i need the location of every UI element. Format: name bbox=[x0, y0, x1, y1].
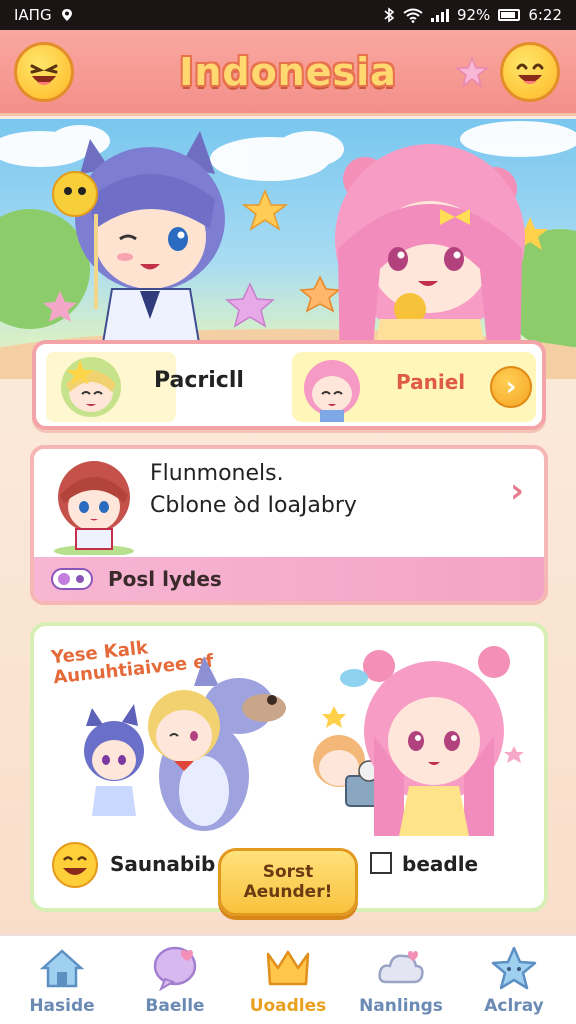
nav-item-crown[interactable]: Uoadles bbox=[232, 936, 344, 1024]
start-button[interactable]: Sorst Aeunder! bbox=[218, 848, 358, 916]
nav-item-cloud[interactable]: Nanlings bbox=[345, 936, 457, 1024]
smiley-face-icon bbox=[52, 842, 98, 888]
brown-hair-avatar bbox=[54, 461, 134, 555]
app-header: Indonesia bbox=[0, 30, 576, 116]
chat-bubble-icon bbox=[153, 946, 197, 991]
info-subtitle: Cblone ꝺd IoaJabry bbox=[150, 493, 357, 518]
happy-face-icon bbox=[516, 63, 544, 84]
bottom-left-label: Saunabib bbox=[110, 852, 216, 876]
nav-label: Uoadles bbox=[249, 996, 327, 1016]
start-button-line1: Sorst bbox=[262, 862, 314, 882]
wifi-icon bbox=[403, 8, 423, 23]
next-button[interactable]: › bbox=[490, 366, 532, 408]
pink-hair-avatar bbox=[304, 360, 360, 422]
home-icon bbox=[39, 949, 85, 988]
carrier-label: IAΠG bbox=[14, 6, 52, 24]
cloud-heart-icon bbox=[378, 951, 424, 984]
clock: 6:22 bbox=[528, 6, 562, 24]
signal-icon bbox=[430, 8, 449, 22]
featured-card[interactable]: Pacricll Paniel › bbox=[32, 340, 546, 430]
status-bar: IAΠG 92% 6:22 bbox=[0, 0, 576, 30]
nav-label: Baelle bbox=[145, 996, 205, 1016]
card-right-label: Paniel bbox=[396, 370, 466, 394]
laughing-face-icon bbox=[30, 64, 58, 85]
nav-label: Haside bbox=[29, 996, 95, 1016]
info-title: Flunmonels. bbox=[150, 461, 284, 486]
nav-item-home[interactable]: Haside bbox=[6, 936, 118, 1024]
bottom-right-label: beadle bbox=[402, 852, 479, 876]
nav-item-star[interactable]: Aclray bbox=[458, 936, 570, 1024]
capsule-icon bbox=[51, 568, 93, 590]
start-button-line2: Aeunder! bbox=[243, 882, 333, 902]
battery-icon bbox=[498, 9, 521, 21]
card-left-label: Pacricll bbox=[154, 368, 244, 393]
nav-label: Nanlings bbox=[359, 996, 443, 1016]
chevron-right-icon: › bbox=[505, 372, 517, 402]
star-icon bbox=[456, 56, 488, 88]
nav-label: Aclray bbox=[484, 996, 544, 1016]
chevron-right-icon[interactable]: › bbox=[510, 471, 524, 511]
bottom-nav: Haside Baelle Uoadles Nanlings Aclray bbox=[0, 934, 576, 1024]
left-character bbox=[52, 131, 225, 350]
star-icon bbox=[491, 946, 537, 990]
checkbox[interactable] bbox=[370, 852, 392, 874]
info-footer[interactable]: Posl lydes bbox=[34, 557, 544, 601]
group-illustration bbox=[84, 646, 524, 836]
laughing-face-button[interactable] bbox=[14, 42, 74, 102]
crown-icon bbox=[266, 950, 310, 986]
page-title: Indonesia bbox=[179, 49, 397, 94]
nav-item-chat[interactable]: Baelle bbox=[119, 936, 231, 1024]
footer-label: Posl lydes bbox=[108, 567, 222, 591]
battery-percent: 92% bbox=[456, 6, 491, 24]
happy-face-button[interactable] bbox=[500, 42, 560, 102]
info-card[interactable]: Flunmonels. Cblone ꝺd IoaJabry › Posl ly… bbox=[30, 445, 548, 605]
bluetooth-icon bbox=[384, 7, 395, 23]
location-icon bbox=[61, 9, 72, 21]
